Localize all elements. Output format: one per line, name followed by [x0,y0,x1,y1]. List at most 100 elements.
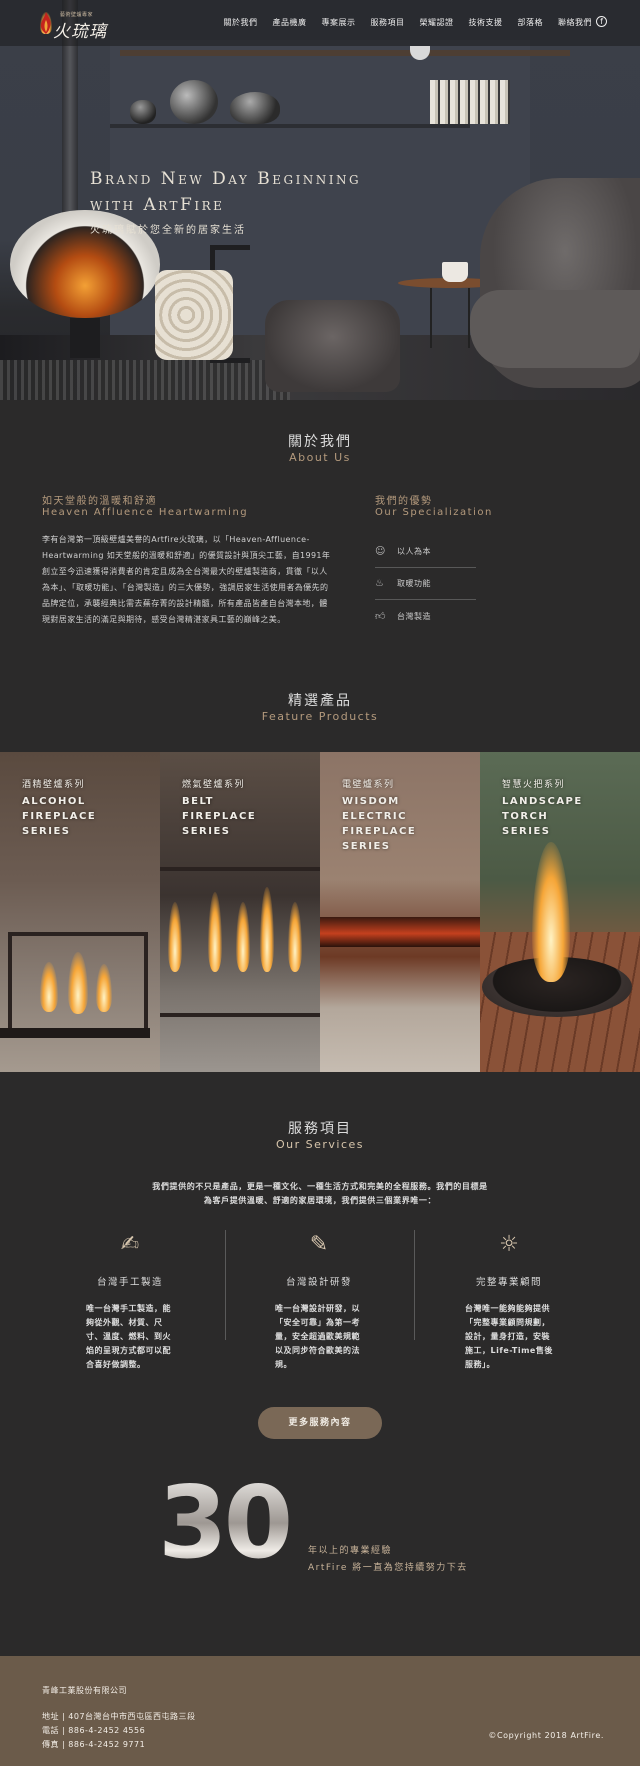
nav-item-services[interactable]: 服務項目 [371,17,405,28]
service-title: 完整專業顧問 [475,1277,542,1288]
about-heading-zh: 如天堂般的溫暖和舒適 [42,496,157,507]
site-header: 藝術壁爐專家 火琉璃 關於我們 產品機廣 專案展示 服務項目 榮耀認證 技術支援… [0,0,640,46]
hero-title-line: with ArtFire [90,195,225,215]
main-nav: 關於我們 產品機廣 專案展示 服務項目 榮耀認證 技術支援 部落格 聯絡我們 [209,17,593,28]
service-text: 唯一台灣設計研發，以「安全可靠」為第一考量，安全超過歐美規範以及同步符合歐美的法… [275,1304,360,1369]
site-footer: 青峰工業股份有限公司 地址 | 407台灣台中市西屯區西屯路三段 電話 | 88… [0,1656,640,1766]
about-section-subtitle: About Us [289,451,351,464]
product-label: 酒精壁爐系列 ALCOHOL FIREPLACE SERIES [22,778,96,839]
services-section-subtitle: Our Services [275,1138,365,1151]
product-name-en: TORCH [502,811,549,822]
product-name-en: FIREPLACE [22,811,97,822]
product-name-en: ELECTRIC [342,811,407,822]
product-card-electric[interactable]: 電壁爐系列 WISDOM ELECTRIC FIREPLACE SERIES [320,752,480,1072]
footer-fax: 傳真 | 886-4-2452 9771 [42,1740,146,1749]
about-section-title: 關於我們 [288,434,352,450]
product-card-alcohol[interactable]: 酒精壁爐系列 ALCOHOL FIREPLACE SERIES [0,752,160,1072]
product-card-torch[interactable]: 智慧火把系列 LANDSCAPE TORCH SERIES [480,752,640,1072]
product-name-en: SERIES [182,826,231,837]
service-title: 台灣手工製造 [96,1277,163,1288]
product-label: 電壁爐系列 WISDOM ELECTRIC FIREPLACE SERIES [342,778,416,854]
spec-item-label: 台灣製造 [397,611,431,621]
about-heading-en: Heaven Affluence Heartwarming [42,507,249,518]
hero-vase [170,80,218,124]
product-name-zh: 電壁爐系列 [342,780,395,790]
divider [414,1230,415,1340]
hero-vase [130,100,156,124]
hero-books [430,80,510,124]
nav-item-about[interactable]: 關於我們 [224,17,258,28]
hero-lower-shelf [110,124,470,128]
more-services-button[interactable]: 更多服務內容 [258,1407,382,1439]
spec-item: 👍︎ 台灣製造 [375,600,476,632]
spec-item: ☺ 以人為本 [375,536,476,568]
hero-title: Brand New Day Beginning with ArtFire [90,166,361,218]
product-name-en: LANDSCAPE [502,796,583,807]
about-body-text: 李有台灣第一頂級壁爐美譽的Artfire火琉璃，以「Heaven-Affluen… [42,535,331,624]
product-name-en: FIREPLACE [342,826,417,837]
lightbulb-icon: ☼ [499,1232,519,1257]
footer-copyright: ©Copyright 2018 ArtFire. [488,1731,604,1740]
product-name-en: SERIES [502,826,551,837]
spec-item-label: 取暖功能 [397,579,431,588]
footer-phone: 電話 | 886-4-2452 4556 [42,1726,146,1735]
service-text: 台灣唯一能夠能夠提供「完整專業顧問規劃，設計，量身打造，安裝施工，Life-Ti… [465,1304,553,1369]
hero-table-legs [430,288,470,348]
fire-flame [532,842,570,982]
hero-ottoman [265,300,400,392]
site-logo[interactable]: 藝術壁爐專家 火琉璃 [40,10,120,42]
services-section-title: 服務項目 [288,1121,352,1137]
nav-item-products[interactable]: 產品機廣 [273,17,307,28]
service-item: ✍ 台灣手工製造 唯一台灣手工製造，能夠從外觀、材質、尺寸、溫度、燃料、到火焰的… [55,1230,205,1372]
product-label: 燃氣壁爐系列 BELT FIREPLACE SERIES [182,778,256,839]
thumbs-up-icon: 👍︎ [375,611,386,622]
divider [225,1230,226,1340]
product-name-en: BELT [182,796,214,807]
spec-item: ♨ 取暖功能 [375,568,476,600]
product-grid: 酒精壁爐系列 ALCOHOL FIREPLACE SERIES 燃氣壁爐系列 B… [0,752,640,1072]
hero-firewood [155,270,233,360]
product-name-en: SERIES [342,841,391,852]
design-icon: ✎ [309,1232,329,1257]
products-section-subtitle: Feature Products [261,710,379,723]
specialization-list: ☺ 以人為本 ♨ 取暖功能 👍︎ 台灣製造 [375,536,476,632]
spec-heading-en: Our Specialization [375,507,493,518]
hero-rug [0,360,290,400]
service-item: ✎ 台灣設計研發 唯一台灣設計研發，以「安全可靠」為第一考量，安全超過歐美規範以… [244,1230,394,1372]
experience-line: ArtFire 將一直為您持續努力下去 [308,1563,468,1573]
hero-cup [442,262,468,282]
hero-vase [230,92,280,124]
hand-crafted-icon: ✍ [120,1232,140,1257]
product-name-zh: 燃氣壁爐系列 [182,780,246,790]
service-item: ☼ 完整專業顧問 台灣唯一能夠能夠提供「完整專業顧問規劃，設計，量身打造，安裝施… [434,1230,584,1372]
products-section-title: 精選產品 [288,693,352,709]
nav-item-awards[interactable]: 榮耀認證 [420,17,454,28]
product-name-zh: 酒精壁爐系列 [22,780,86,790]
footer-address: 地址 | 407台灣台中市西屯區西屯路三段 [42,1712,196,1721]
product-name-en: WISDOM [342,796,400,807]
hero-subtitle: 火琉璃賦於您全新的居家生活 [90,225,246,236]
flame-logo-icon [40,12,52,34]
product-name-en: FIREPLACE [182,811,257,822]
footer-company: 青峰工業股份有限公司 [42,1686,127,1695]
product-name-zh: 智慧火把系列 [502,780,566,790]
services-intro: 我們提供的不只是產品，更是一種文化、一種生活方式和完美的全程服務。我們的目標是為… [152,1182,488,1205]
nav-item-projects[interactable]: 專案展示 [322,17,356,28]
hero-banner: Brand New Day Beginning with ArtFire 火琉璃… [0,0,640,400]
user-icon: ☺ [375,546,386,557]
service-text: 唯一台灣手工製造，能夠從外觀、材質、尺寸、溫度、燃料、到火焰的呈現方式都可以配合… [86,1304,171,1369]
service-title: 台灣設計研發 [285,1277,352,1288]
spec-item-label: 以人為本 [397,547,431,556]
product-card-gas[interactable]: 燃氣壁爐系列 BELT FIREPLACE SERIES [160,752,320,1072]
product-label: 智慧火把系列 LANDSCAPE TORCH SERIES [502,778,583,839]
hero-fireplace-base [70,318,100,358]
logo-name: 火琉璃 [53,22,107,42]
nav-item-blog[interactable]: 部落格 [518,17,544,28]
facebook-icon[interactable]: f [596,16,607,27]
product-name-en: ALCOHOL [22,796,86,807]
nav-item-contact[interactable]: 聯絡我們 [558,17,592,28]
experience-line: 年以上的專業經驗 [308,1546,393,1556]
nav-item-support[interactable]: 技術支援 [469,17,503,28]
spec-heading-zh: 我們的優勢 [375,496,433,507]
experience-number: 30 [158,1464,293,1581]
